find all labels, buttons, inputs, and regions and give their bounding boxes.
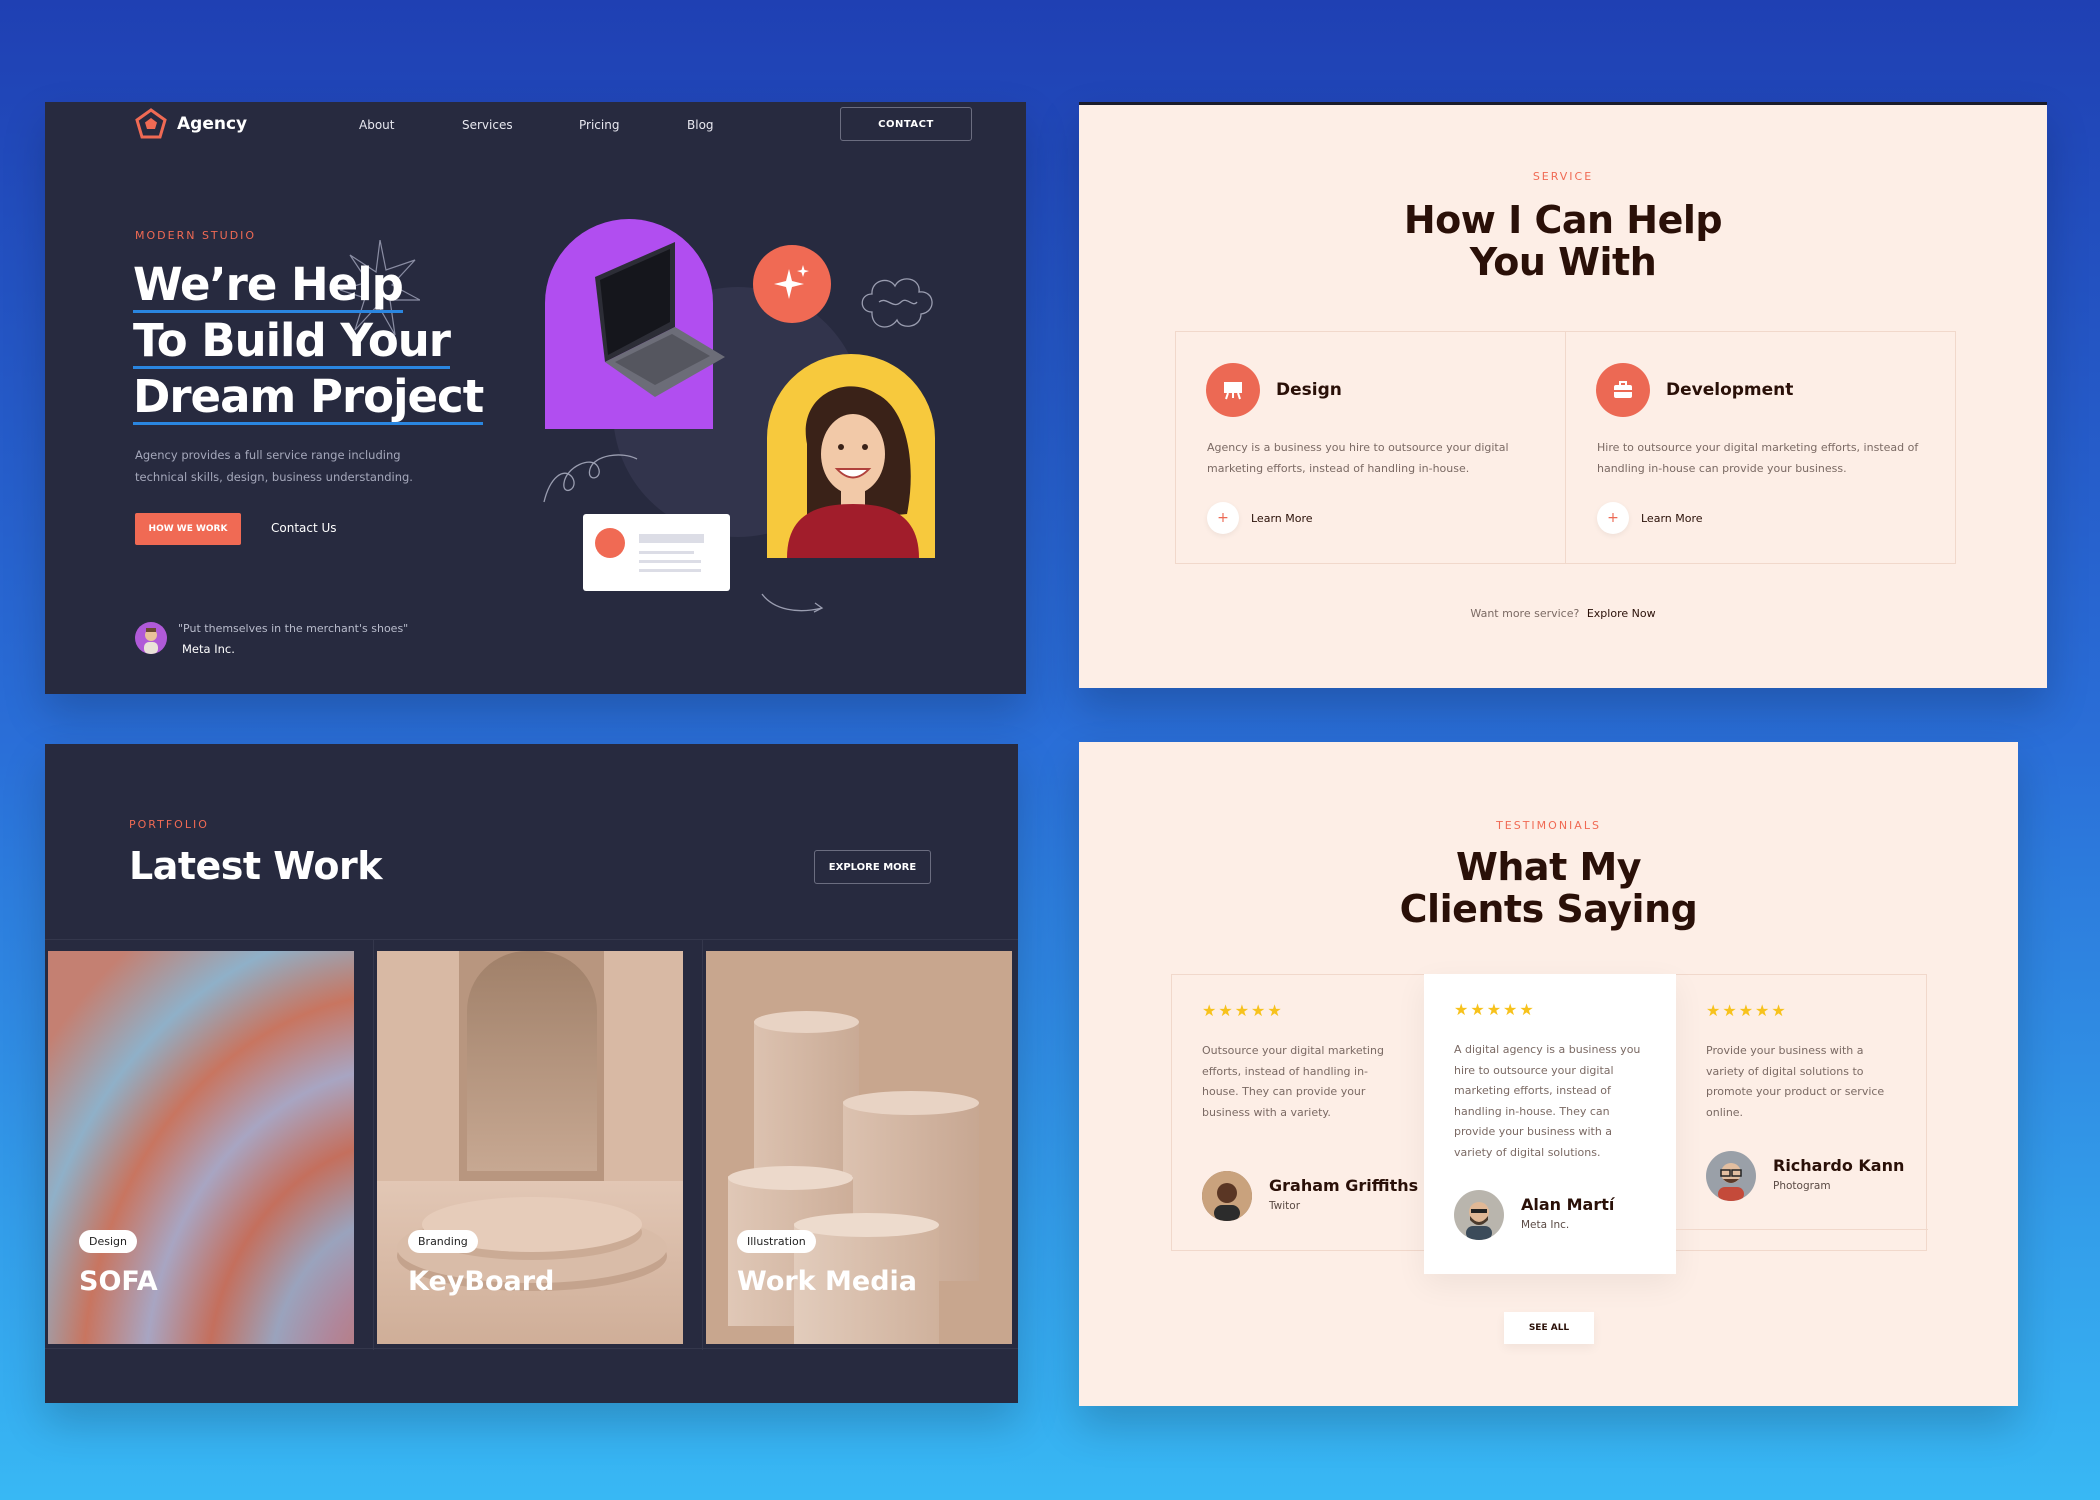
nav-blog[interactable]: Blog	[687, 118, 714, 132]
testimonial-card: ★★★★★ Outsource your digital marketing e…	[1172, 975, 1424, 1250]
hero-title: We’re Help To Build Your Dream Project	[133, 257, 513, 425]
portfolio-eyebrow: PORTFOLIO	[129, 818, 209, 831]
client-role: Photogram	[1773, 1180, 1831, 1192]
testimonials-title-line: Clients Saying	[1399, 887, 1698, 931]
more-service-line: Want more service? Explore Now	[1079, 607, 2047, 620]
service-title-line: How I Can Help	[1403, 198, 1723, 242]
portfolio-name: KeyBoard	[408, 1266, 555, 1297]
service-title-line: You With	[1469, 240, 1657, 284]
portfolio-card[interactable]: Design SOFA	[45, 940, 374, 1350]
service-card-development: Development Hire to outsource your digit…	[1565, 332, 1955, 563]
laptop-icon	[595, 242, 725, 397]
testimonial-text: A digital agency is a business you hire …	[1454, 1043, 1641, 1159]
portfolio-card[interactable]: Branding KeyBoard	[374, 940, 703, 1350]
service-name: Development	[1666, 380, 1794, 400]
quote-avatar	[135, 622, 167, 654]
testimonial-text: Provide your business with a variety of …	[1706, 1044, 1885, 1119]
plus-icon: +	[1207, 502, 1239, 534]
service-description: Agency is a business you hire to outsour…	[1207, 441, 1509, 475]
pentagon-logo-icon	[135, 108, 167, 139]
explore-more-button[interactable]: EXPLORE MORE	[814, 850, 931, 884]
contact-button[interactable]: CONTACT	[840, 107, 972, 141]
portrait-card	[767, 354, 935, 558]
portfolio-title: Latest Work	[129, 844, 383, 888]
service-panel: SERVICE How I Can Help You With Design A…	[1079, 102, 2047, 688]
client-role: Meta Inc.	[1521, 1219, 1570, 1231]
portfolio-panel: PORTFOLIO Latest Work EXPLORE MORE Desig…	[45, 744, 1018, 1403]
portfolio-name: Work Media	[737, 1266, 918, 1297]
testimonial-list: ★★★★★ Outsource your digital marketing e…	[1171, 974, 1928, 1274]
cloud-doodle-icon	[861, 278, 933, 328]
avatar	[1202, 1171, 1252, 1221]
portfolio-name: SOFA	[79, 1266, 158, 1297]
portfolio-tag: Design	[79, 1230, 137, 1253]
learn-more-label: Learn More	[1251, 511, 1313, 525]
quote-author: Meta Inc.	[182, 642, 235, 656]
portfolio-tag: Branding	[408, 1230, 478, 1253]
learn-more-label: Learn More	[1641, 511, 1703, 525]
star-rating: ★★★★★	[1202, 1001, 1284, 1020]
briefcase-icon	[1596, 363, 1650, 417]
woman-portrait-icon	[787, 386, 919, 558]
testimonials-title-line: What My	[1455, 845, 1642, 889]
profile-card	[583, 514, 730, 591]
star-rating: ★★★★★	[1454, 1000, 1536, 1019]
curved-arrow-icon	[761, 593, 824, 613]
more-service-text: Want more service?	[1470, 607, 1580, 620]
portfolio-card[interactable]: Illustration Work Media	[703, 940, 1018, 1350]
testimonials-title: What My Clients Saying	[1079, 846, 2018, 930]
brand-name: Agency	[177, 114, 248, 134]
sparkle-icon	[774, 265, 809, 299]
hero-description: Agency provides a full service range inc…	[135, 448, 413, 484]
plus-icon: +	[1597, 502, 1629, 534]
testimonials-panel: TESTIMONIALS What My Clients Saying ★★★★…	[1079, 742, 2018, 1406]
portfolio-grid: Design SOFA Branding KeyBoard Illustrati…	[45, 939, 1018, 1350]
how-we-work-button[interactable]: HOW WE WORK	[135, 513, 241, 545]
nav-services[interactable]: Services	[462, 118, 513, 132]
client-role: Twitor	[1269, 1200, 1301, 1212]
brand-logo[interactable]: Agency	[135, 108, 247, 140]
nav-about[interactable]: About	[359, 118, 394, 132]
see-all-button[interactable]: SEE ALL	[1504, 1312, 1594, 1344]
quote-text: "Put themselves in the merchant's shoes"	[178, 622, 409, 635]
nav-pricing[interactable]: Pricing	[579, 118, 619, 132]
contact-us-link[interactable]: Contact Us	[271, 521, 337, 535]
service-name: Design	[1276, 380, 1342, 400]
squiggle-doodle-icon	[543, 454, 638, 503]
testimonial-card: ★★★★★ Provide your business with a varie…	[1676, 975, 1928, 1230]
service-title: How I Can Help You With	[1079, 199, 2047, 283]
avatar	[1706, 1151, 1756, 1201]
service-card-design: Design Agency is a business you hire to …	[1176, 332, 1565, 563]
service-eyebrow: SERVICE	[1532, 170, 1594, 183]
client-name: Graham Griffiths	[1269, 1176, 1419, 1195]
explore-now-link[interactable]: Explore Now	[1587, 607, 1656, 620]
background-circle	[613, 287, 863, 537]
portfolio-tag: Illustration	[737, 1230, 816, 1253]
sparkle-badge	[753, 245, 831, 323]
hero-title-line: We’re Help	[133, 258, 404, 313]
hero-title-line: Dream Project	[133, 370, 484, 425]
easel-icon	[1206, 363, 1260, 417]
testimonial-text: Outsource your digital marketing efforts…	[1202, 1044, 1384, 1119]
hero-title-line: To Build Your	[133, 314, 451, 369]
star-rating: ★★★★★	[1706, 1001, 1788, 1020]
learn-more-link[interactable]: + Learn More	[1597, 502, 1703, 534]
hero-eyebrow: MODERN STUDIO	[135, 229, 257, 242]
laptop-card	[545, 219, 713, 429]
service-description: Hire to outsource your digital marketing…	[1597, 441, 1919, 475]
hero-panel: Agency About Services Pricing Blog CONTA…	[45, 102, 1026, 694]
testimonials-eyebrow: TESTIMONIALS	[1496, 819, 1601, 832]
client-name: Alan Martí	[1521, 1195, 1615, 1214]
service-grid: Design Agency is a business you hire to …	[1175, 331, 1956, 564]
testimonial-card-featured: ★★★★★ A digital agency is a business you…	[1424, 974, 1676, 1274]
learn-more-link[interactable]: + Learn More	[1207, 502, 1313, 534]
client-name: Richardo Kann	[1773, 1156, 1905, 1175]
avatar	[1454, 1190, 1504, 1240]
